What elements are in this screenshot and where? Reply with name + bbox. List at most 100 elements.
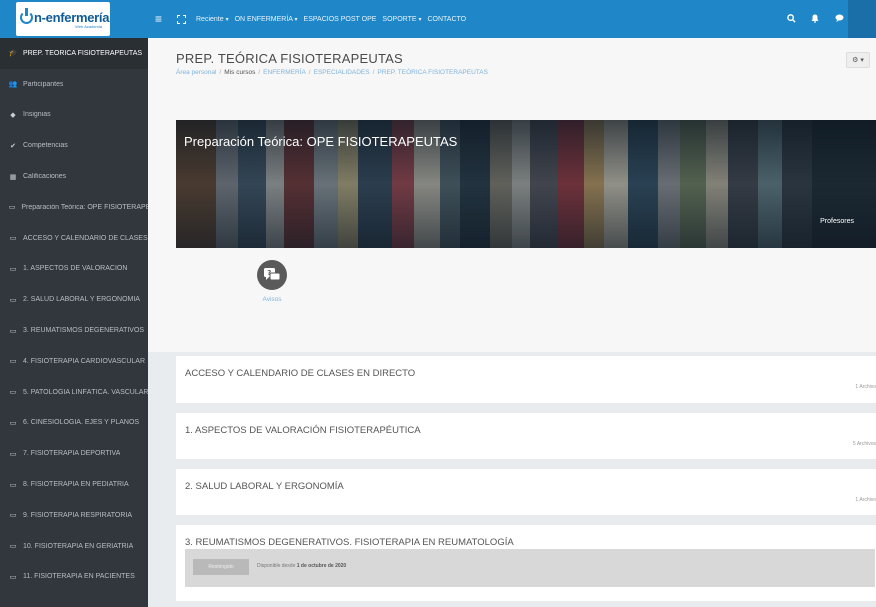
nav-link-contacto[interactable]: CONTACTO <box>427 16 466 23</box>
breadcrumb-separator: / <box>258 69 261 76</box>
course-summary-area: Preparación Teórica: OPE FISIOTERAPEUTAS… <box>148 92 876 352</box>
logo-text: n-enfermería <box>34 9 110 25</box>
sidebar-item-label: ACCESO Y CALENDARIO DE CLASES <box>23 234 148 242</box>
breadcrumb-item[interactable]: PREP. TEÓRICA FISIOTERAPEUTAS <box>377 69 488 76</box>
folder-icon: ▭ <box>9 573 17 581</box>
caret-down-icon: ▾ <box>294 16 298 23</box>
nav-link-on-enfermeria[interactable]: ON ENFERMERÍA ▾ <box>235 16 298 23</box>
sidebar-item-label: 9. FISIOTERAPIA RESPIRATORIA <box>23 511 133 519</box>
banner-title: Preparación Teórica: OPE FISIOTERAPEUTAS <box>184 134 458 149</box>
logo-row: n-enfermería <box>20 7 110 25</box>
sidebar-item-section-0[interactable]: ▭ Preparación Teórica: OPE FISIOTERAPEUTA… <box>0 192 148 223</box>
page-header: PREP. TEÓRICA FISIOTERAPEUTAS Área perso… <box>148 38 876 92</box>
course-settings-button[interactable]: ⚙ ▾ <box>846 52 870 68</box>
sidebar-item-section-acceso[interactable]: ▭ ACCESO Y CALENDARIO DE CLASES <box>0 223 148 254</box>
sidebar-item-insignias[interactable]: ◆ Insignias <box>0 100 148 131</box>
sidebar-item-label: 10. FISIOTERAPIA EN GERIATRÍA <box>23 542 134 550</box>
folder-icon: ▭ <box>9 235 17 243</box>
badge-icon: ◆ <box>10 111 16 119</box>
folder-icon: ▭ <box>9 358 17 366</box>
users-icon: 👥 <box>8 81 18 89</box>
sidebar-item-section-6[interactable]: ▭ 6. CINESIOLOGÍA. EJES Y PLANOS <box>0 408 148 439</box>
sidebar-item-label: 4. FISIOTERAPIA CARDIOVASCULAR <box>23 357 146 365</box>
page-title: PREP. TEÓRICA FISIOTERAPEUTAS <box>176 51 403 66</box>
folder-icon: ▭ <box>9 389 17 397</box>
top-navbar: n-enfermería Web Academia ≡ Reciente ▾ O… <box>0 0 876 38</box>
sidebar-item-course[interactable]: 🎓 PREP. TEÓRICA FISIOTERAPEUTAS <box>0 38 148 69</box>
sidebar-item-label: Preparación Teórica: OPE FISIOTERAPEUTAS <box>21 203 148 211</box>
folder-icon: ▭ <box>9 481 17 489</box>
caret-down-icon: ▾ <box>418 16 422 23</box>
breadcrumb-item[interactable]: Área personal <box>176 69 216 76</box>
folder-icon: ▭ <box>8 204 16 212</box>
sidebar-item-section-1[interactable]: ▭ 1. ASPECTOS DE VALORACIÓN <box>0 254 148 285</box>
gear-icon: ⚙ ▾ <box>852 57 864 64</box>
course-banner: Preparación Teórica: OPE FISIOTERAPEUTAS… <box>176 120 876 248</box>
nav-link-soporte[interactable]: SOPORTE ▾ <box>382 16 421 23</box>
section-title: ACCESO Y CALENDARIO DE CLASES EN DIRECTO <box>185 368 416 379</box>
folder-icon: ▭ <box>9 327 17 335</box>
section-title: 1. ASPECTOS DE VALORACIÓN FISIOTERAPÉUTI… <box>185 425 421 436</box>
section-title: 2. SALUD LABORAL Y ERGONOMÍA <box>185 481 344 492</box>
breadcrumb-separator: / <box>308 69 311 76</box>
sidebar-item-label: Competencias <box>23 142 68 150</box>
sidebar-item-section-3[interactable]: ▭ 3. REUMATISMOS DEGENERATIVOS <box>0 315 148 346</box>
breadcrumb-item[interactable]: ENFERMERÍA <box>263 69 306 76</box>
folder-icon: ▭ <box>9 450 17 458</box>
section-file-count: 1 Archivo <box>855 497 876 503</box>
main-content: PREP. TEÓRICA FISIOTERAPEUTAS Área perso… <box>148 38 876 607</box>
user-menu[interactable] <box>848 0 876 38</box>
sidebar-item-section-10[interactable]: ▭ 10. FISIOTERAPIA EN GERIATRÍA <box>0 531 148 562</box>
nav-link-espacios-post-ope[interactable]: ESPACIOS POST OPE <box>304 16 377 23</box>
forum-icon: ? <box>257 260 287 290</box>
sidebar-item-section-11[interactable]: ▭ 11. FISIOTERAPIA EN PACIENTES <box>0 562 148 593</box>
restricted-badge: Restringido <box>193 559 249 575</box>
sidebar-item-calificaciones[interactable]: ▦ Calificaciones <box>0 161 148 192</box>
section-acceso[interactable]: ACCESO Y CALENDARIO DE CLASES EN DIRECTO… <box>176 356 876 403</box>
restriction-prefix: Disponible desde <box>257 563 296 569</box>
section-2[interactable]: 2. SALUD LABORAL Y ERGONOMÍA 1 Archivo <box>176 469 876 515</box>
nav-link-reciente[interactable]: Reciente ▾ <box>196 16 229 23</box>
breadcrumb-item[interactable]: Mis cursos <box>224 69 255 76</box>
sidebar-item-participantes[interactable]: 👥 Participantes <box>0 69 148 100</box>
sidebar-item-section-8[interactable]: ▭ 8. FISIOTERAPIA EN PEDIATRÍA <box>0 469 148 500</box>
table-icon: ▦ <box>9 173 17 181</box>
sidebar-item-label: 11. FISIOTERAPIA EN PACIENTES <box>23 573 135 581</box>
chat-icon[interactable] <box>834 14 844 24</box>
sidebar-item-label: 5. PATOLOGÍA LINFÁTICA. VASCULAR <box>22 388 148 396</box>
sidebar-item-label: 7. FISIOTERAPIA DEPORTIVA <box>23 450 121 458</box>
sidebar-item-section-4[interactable]: ▭ 4. FISIOTERAPIA CARDIOVASCULAR <box>0 346 148 377</box>
section-file-count: 5 Archivos <box>852 441 876 447</box>
avisos-activity[interactable]: ? Avisos <box>248 260 296 303</box>
check-icon: ✔ <box>10 142 16 150</box>
hamburger-icon[interactable]: ≡ <box>155 12 165 26</box>
profesores-label: Profesores <box>820 218 854 225</box>
breadcrumb: Área personal / Mis cursos / ENFERMERÍA … <box>176 69 876 76</box>
breadcrumb-item[interactable]: ESPECIALIDADES <box>314 69 370 76</box>
section-1[interactable]: 1. ASPECTOS DE VALORACIÓN FISIOTERAPÉUTI… <box>176 413 876 459</box>
bell-icon[interactable] <box>810 14 820 25</box>
power-icon <box>20 7 33 24</box>
restriction-text: Disponible desde 1 de octubre de 2020 <box>257 563 346 569</box>
nav-icons <box>786 0 844 38</box>
logo-subtitle: Web Academia <box>75 23 102 29</box>
folder-icon: ▭ <box>9 512 17 520</box>
sidebar-item-section-5[interactable]: ▭ 5. PATOLOGÍA LINFÁTICA. VASCULAR <box>0 377 148 408</box>
section-3[interactable]: 3. REUMATISMOS DEGENERATIVOS. FISIOTERAP… <box>176 525 876 601</box>
sidebar-item-section-7[interactable]: ▭ 7. FISIOTERAPIA DEPORTIVA <box>0 438 148 469</box>
nav-link-label: ESPACIOS POST OPE <box>303 15 377 23</box>
site-logo[interactable]: n-enfermería Web Academia <box>16 2 110 36</box>
fullscreen-icon[interactable] <box>177 14 186 24</box>
graduation-cap-icon: 🎓 <box>8 50 18 58</box>
sidebar-item-section-9[interactable]: ▭ 9. FISIOTERAPIA RESPIRATORIA <box>0 500 148 531</box>
section-title: 3. REUMATISMOS DEGENERATIVOS. FISIOTERAP… <box>185 537 514 548</box>
avisos-label: Avisos <box>262 296 282 303</box>
sidebar-item-section-2[interactable]: ▭ 2. SALUD LABORAL Y ERGONOMÍA <box>0 284 148 315</box>
search-icon[interactable] <box>786 13 796 25</box>
sidebar-item-label: 6. CINESIOLOGÍA. EJES Y PLANOS <box>23 419 140 427</box>
sidebar-item-competencias[interactable]: ✔ Competencias <box>0 130 148 161</box>
nav-link-label: ON ENFERMERÍA <box>234 15 293 23</box>
sidebar: 🎓 PREP. TEÓRICA FISIOTERAPEUTAS 👥 Particip… <box>0 38 148 607</box>
sidebar-item-label: Calificaciones <box>23 173 67 181</box>
sidebar-item-label: 8. FISIOTERAPIA EN PEDIATRÍA <box>23 481 129 489</box>
